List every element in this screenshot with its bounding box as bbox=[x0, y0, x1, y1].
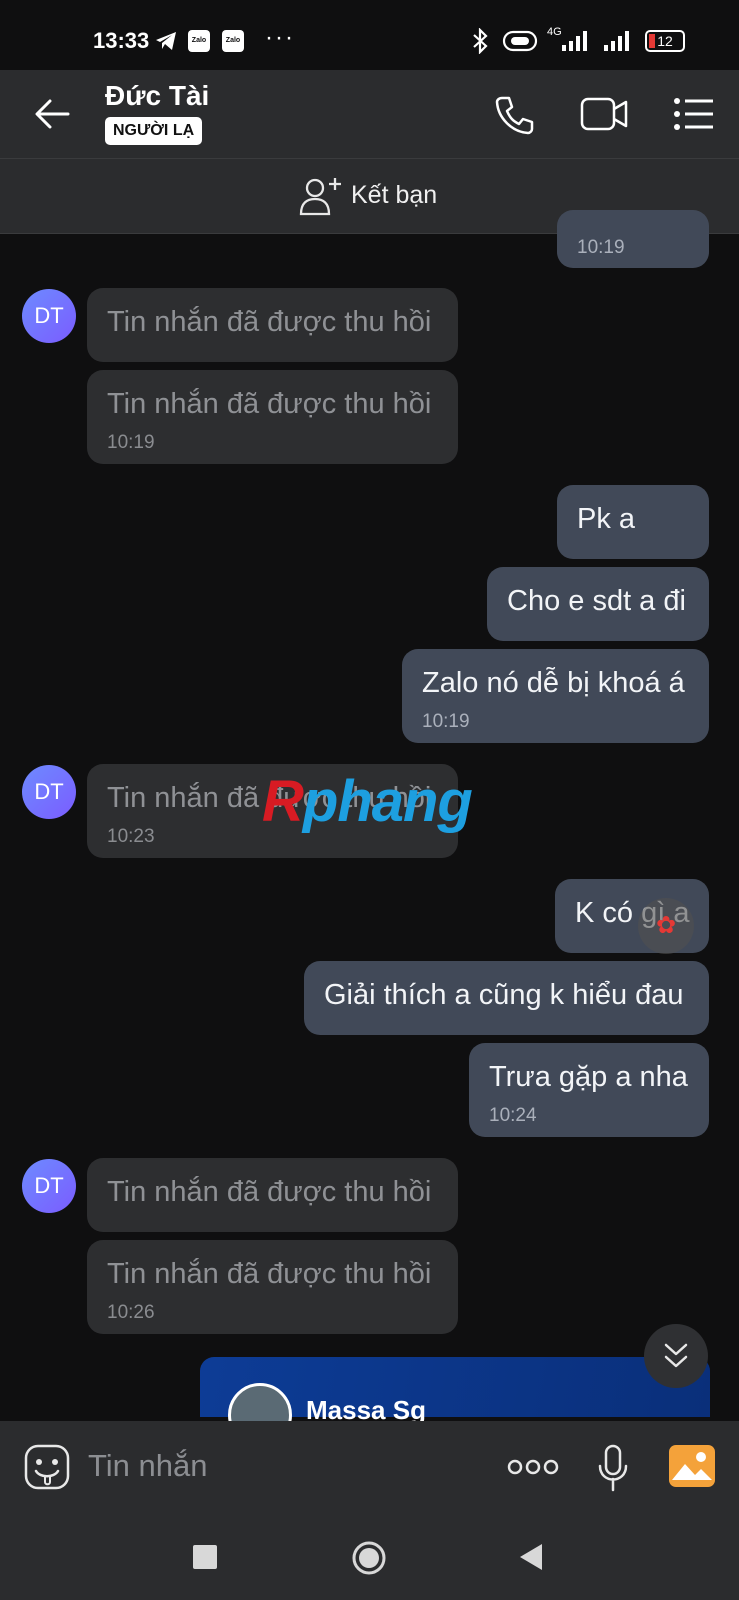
telegram-icon bbox=[156, 32, 176, 50]
menu-list-icon[interactable] bbox=[674, 98, 714, 130]
message-text: Tin nhắn đã được thu hồi bbox=[107, 1176, 432, 1208]
avatar[interactable]: DT bbox=[22, 1159, 76, 1213]
vibrate-icon bbox=[502, 30, 538, 52]
microphone-icon[interactable] bbox=[596, 1444, 630, 1492]
add-friend-icon[interactable] bbox=[299, 176, 343, 216]
signal-icon bbox=[562, 31, 587, 51]
message-text: Tin nhắn đã được thu hồi bbox=[107, 306, 432, 338]
more-notifications-icon: ··· bbox=[265, 24, 295, 51]
message-text: Zalo nó dễ bị khoá á bbox=[422, 667, 685, 699]
zalo-notification-icon-2: Zalo bbox=[222, 30, 244, 52]
message-text: Trưa gặp a nha bbox=[489, 1061, 688, 1093]
message-input[interactable]: Tin nhắn bbox=[88, 1448, 208, 1484]
message-text: Pk a bbox=[577, 503, 636, 535]
contact-name[interactable]: Đức Tài bbox=[105, 80, 209, 112]
avatar[interactable]: DT bbox=[22, 289, 76, 343]
zalo-notification-icon: Zalo bbox=[188, 30, 210, 52]
outgoing-message[interactable]: Trưa gặp a nha 10:24 bbox=[469, 1043, 709, 1137]
back-button[interactable] bbox=[518, 1542, 544, 1572]
outgoing-message[interactable]: Zalo nó dễ bị khoá á 10:19 bbox=[402, 649, 709, 743]
watermark-logo: Rphang bbox=[262, 769, 473, 834]
message-text: Giải thích a cũng k hiểu đau bbox=[324, 979, 684, 1011]
video-call-icon[interactable] bbox=[580, 96, 628, 132]
avatar[interactable]: DT bbox=[22, 765, 76, 819]
outgoing-message[interactable]: Cho e sdt a đi bbox=[487, 567, 709, 641]
battery-icon: 12 bbox=[645, 30, 685, 52]
phone-call-icon[interactable] bbox=[494, 94, 536, 136]
sticker-icon[interactable] bbox=[24, 1444, 70, 1490]
reaction-rose-icon[interactable]: ✿ bbox=[638, 898, 694, 954]
back-arrow-icon[interactable] bbox=[32, 94, 72, 134]
outgoing-message[interactable]: Giải thích a cũng k hiểu đau bbox=[304, 961, 709, 1035]
status-time: 13:33 bbox=[93, 28, 150, 53]
add-friend-label[interactable]: Kết bạn bbox=[351, 181, 437, 210]
message-time: 10:23 bbox=[107, 826, 155, 847]
gallery-image-icon[interactable] bbox=[668, 1444, 716, 1488]
message-text: Cho e sdt a đi bbox=[507, 585, 686, 617]
signal-icon-2 bbox=[604, 31, 629, 51]
double-chevron-down-icon bbox=[664, 1343, 688, 1368]
more-options-icon[interactable] bbox=[507, 1456, 559, 1478]
home-button[interactable] bbox=[351, 1540, 387, 1576]
recalled-message[interactable]: Tin nhắn đã được thu hồi 10:26 bbox=[87, 1240, 458, 1334]
message-text: Tin nhắn đã được thu hồi bbox=[107, 388, 432, 420]
bluetooth-icon bbox=[473, 28, 488, 54]
message-time: 10:19 bbox=[107, 432, 155, 453]
stranger-badge: NGƯỜI LẠ bbox=[105, 117, 203, 145]
recent-apps-button[interactable] bbox=[193, 1545, 217, 1569]
recalled-message[interactable]: Tin nhắn đã được thu hồi 10:19 bbox=[87, 370, 458, 464]
message-time: 10:19 bbox=[422, 711, 470, 732]
message-text: Tin nhắn đã được thu hồi bbox=[107, 1258, 432, 1290]
recalled-message[interactable]: Tin nhắn đã được thu hồi bbox=[87, 288, 458, 362]
message-time: 10:24 bbox=[489, 1105, 537, 1126]
recalled-message[interactable]: Tin nhắn đã được thu hồi bbox=[87, 1158, 458, 1232]
outgoing-message[interactable]: Pk a bbox=[557, 485, 709, 559]
scroll-to-bottom-button[interactable] bbox=[644, 1324, 708, 1388]
outgoing-message[interactable]: 10:19 bbox=[557, 210, 709, 268]
message-time: 10:19 bbox=[577, 237, 625, 258]
message-time: 10:26 bbox=[107, 1302, 155, 1323]
